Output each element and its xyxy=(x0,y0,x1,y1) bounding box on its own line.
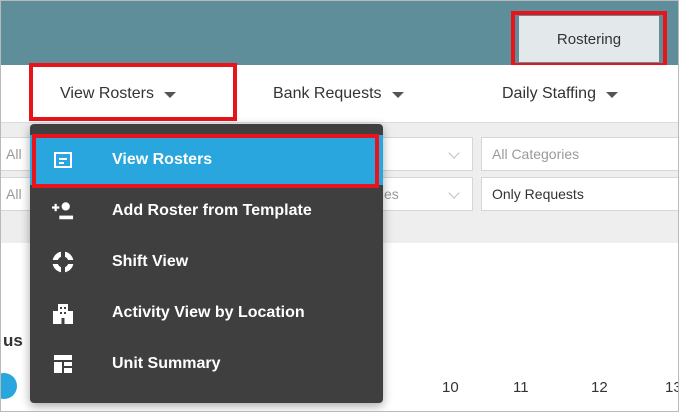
add-person-icon xyxy=(52,200,74,222)
building-icon xyxy=(52,302,74,324)
menu-item-unit-summary-label: Unit Summary xyxy=(112,355,221,372)
date-circle-icon[interactable] xyxy=(1,373,17,399)
filter-select-2-value: All xyxy=(6,186,22,202)
nav-view-rosters-label: View Rosters xyxy=(60,85,154,102)
filter-select-1-value: All xyxy=(6,146,22,162)
menu-item-view-rosters-label: View Rosters xyxy=(112,151,213,168)
roster-list-icon xyxy=(52,149,74,171)
chevron-down-icon xyxy=(448,147,460,159)
menu-item-unit-summary[interactable]: Unit Summary xyxy=(30,339,383,389)
requests-select-value: Only Requests xyxy=(492,186,584,202)
chevron-down-icon xyxy=(391,92,404,98)
partial-heading: us xyxy=(3,331,23,350)
menu-item-add-roster-from-template[interactable]: Add Roster from Template xyxy=(30,186,383,236)
view-rosters-dropdown: View Rosters Add Roster from Template Sh… xyxy=(30,124,383,403)
menu-item-add-roster-label: Add Roster from Template xyxy=(112,202,312,219)
requests-select[interactable]: Only Requests xyxy=(481,177,678,211)
nav-view-rosters[interactable]: View Rosters xyxy=(60,65,176,123)
top-header: Rostering xyxy=(1,1,678,65)
categories-select[interactable]: All Categories xyxy=(481,137,678,171)
day-header: 13 xyxy=(665,379,678,396)
dashboard-grid-icon xyxy=(52,353,74,375)
sub-navigation: View Rosters Bank Requests Daily Staffin… xyxy=(1,65,678,123)
chevron-down-icon xyxy=(163,92,176,98)
nav-bank-requests-label: Bank Requests xyxy=(273,85,382,102)
day-header: 12 xyxy=(591,379,608,396)
lifebuoy-icon xyxy=(52,251,74,273)
filter-select-4-value: es xyxy=(384,186,399,202)
app-frame: Rostering View Rosters Bank Requests Dai… xyxy=(0,0,679,412)
menu-item-shift-view-label: Shift View xyxy=(112,253,189,270)
tab-rostering-label: Rostering xyxy=(556,30,622,48)
menu-item-view-rosters[interactable]: View Rosters xyxy=(30,135,383,185)
nav-daily-staffing[interactable]: Daily Staffing xyxy=(502,65,618,123)
menu-item-activity-view-label: Activity View by Location xyxy=(112,304,305,321)
day-header: 10 xyxy=(442,379,459,396)
chevron-down-icon xyxy=(605,92,618,98)
day-header: 11 xyxy=(513,379,529,396)
nav-daily-staffing-label: Daily Staffing xyxy=(502,85,596,102)
menu-item-activity-view-by-location[interactable]: Activity View by Location xyxy=(30,288,383,338)
tab-rostering[interactable]: Rostering xyxy=(519,16,659,62)
chevron-down-icon xyxy=(448,187,460,199)
nav-bank-requests[interactable]: Bank Requests xyxy=(273,65,404,123)
menu-item-shift-view[interactable]: Shift View xyxy=(30,237,383,287)
categories-select-value: All Categories xyxy=(492,146,580,162)
